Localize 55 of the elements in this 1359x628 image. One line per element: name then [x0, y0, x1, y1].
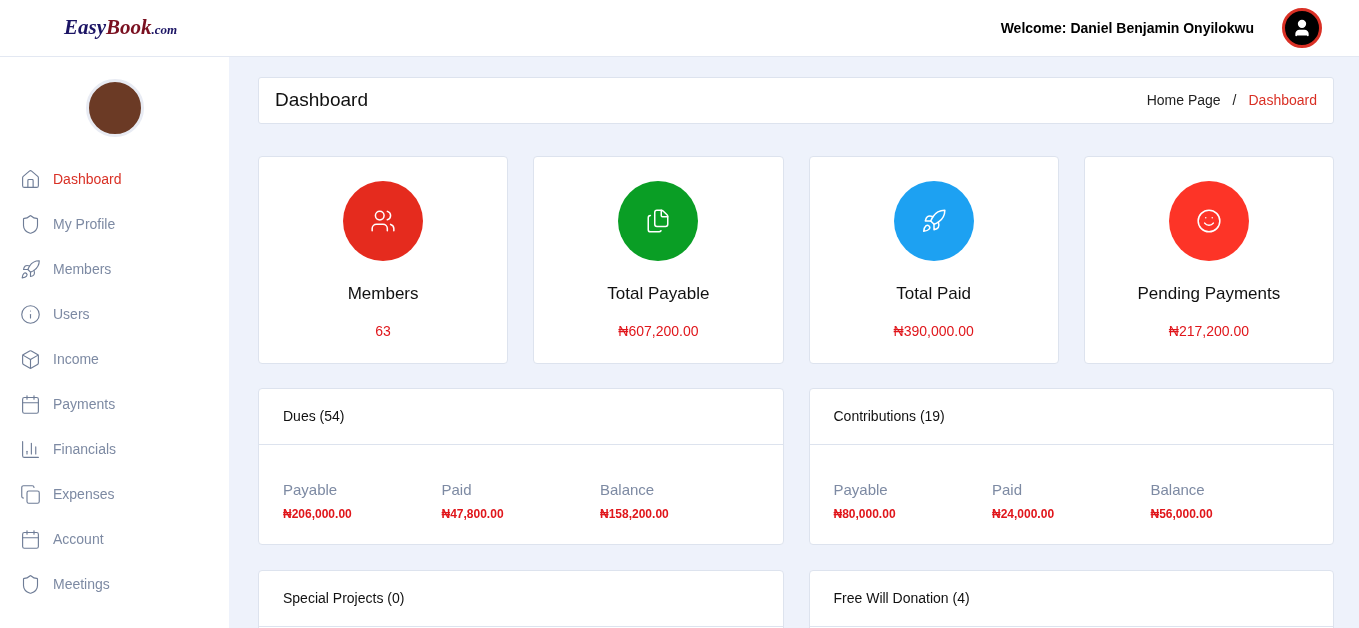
sidebar-item[interactable]: Financials — [0, 427, 229, 472]
sidebar-item[interactable]: Payments — [0, 382, 229, 427]
sidebar-item[interactable]: My Profile — [0, 202, 229, 247]
user-avatar[interactable] — [1282, 8, 1322, 48]
stat-value: ₦607,200.00 — [618, 321, 699, 341]
field-value: ₦206,000.00 — [283, 505, 353, 523]
field-label: Balance — [600, 480, 656, 500]
house-icon — [20, 169, 41, 190]
shield-icon — [20, 574, 41, 595]
stat-value: ₦217,200.00 — [1168, 321, 1249, 341]
sidebar-item[interactable]: Meetings — [0, 562, 229, 607]
smiley-icon — [1195, 208, 1222, 234]
shield-icon — [20, 214, 41, 235]
stat-value: ₦390,000.00 — [893, 321, 974, 341]
rocket-icon — [20, 259, 41, 280]
field-label: Payable — [833, 480, 889, 500]
sidebar-item[interactable]: Members — [0, 247, 229, 292]
sidebar-item[interactable]: Income — [0, 337, 229, 382]
card-title: Contributions (19) — [833, 407, 945, 426]
copy-icon — [20, 484, 41, 505]
calendar-icon — [20, 394, 41, 415]
field-label: Paid — [992, 480, 1024, 500]
sidebar-item[interactable]: Expenses — [0, 472, 229, 517]
box-icon — [20, 349, 41, 370]
sidebar-item[interactable]: Account — [0, 517, 229, 562]
field-value: ₦158,200.00 — [600, 505, 670, 523]
users-icon — [370, 208, 397, 234]
stat-title: Members — [347, 283, 419, 305]
sidebar-item[interactable]: Users — [0, 292, 229, 337]
calendar-icon — [20, 529, 41, 550]
breadcrumb-link[interactable]: Home Page — [1146, 90, 1221, 111]
logo[interactable]: EasyBook.com — [64, 12, 178, 44]
card-title: Dues (54) — [283, 407, 345, 426]
rocket-icon — [920, 208, 947, 234]
field-label: Paid — [441, 480, 473, 500]
stat-title: Pending Payments — [1137, 283, 1281, 305]
page-title: Dashboard — [275, 88, 368, 113]
documents-icon — [645, 208, 672, 234]
field-value: ₦56,000.00 — [1150, 505, 1214, 523]
card-title: Free Will Donation (4) — [833, 589, 970, 608]
stat-title: Total Paid — [896, 283, 971, 305]
breadcrumb-link[interactable]: Dashboard — [1248, 90, 1317, 111]
card-title: Special Projects (0) — [283, 589, 405, 608]
field-label: Payable — [283, 480, 339, 500]
field-value: ₦24,000.00 — [992, 505, 1056, 523]
stat-title: Total Payable — [607, 283, 710, 305]
info-icon — [20, 304, 41, 325]
field-value: ₦47,800.00 — [441, 505, 505, 523]
sidebar-item[interactable]: Dashboard — [0, 157, 229, 202]
bar-chart-icon — [20, 439, 41, 460]
welcome-text: Welcome: Daniel Benjamin Onyilokwu — [1000, 18, 1254, 38]
field-value: ₦80,000.00 — [833, 505, 897, 523]
field-label: Balance — [1150, 480, 1206, 500]
stat-value: 63 — [375, 321, 391, 341]
breadcrumb-separator: / — [1232, 91, 1237, 110]
